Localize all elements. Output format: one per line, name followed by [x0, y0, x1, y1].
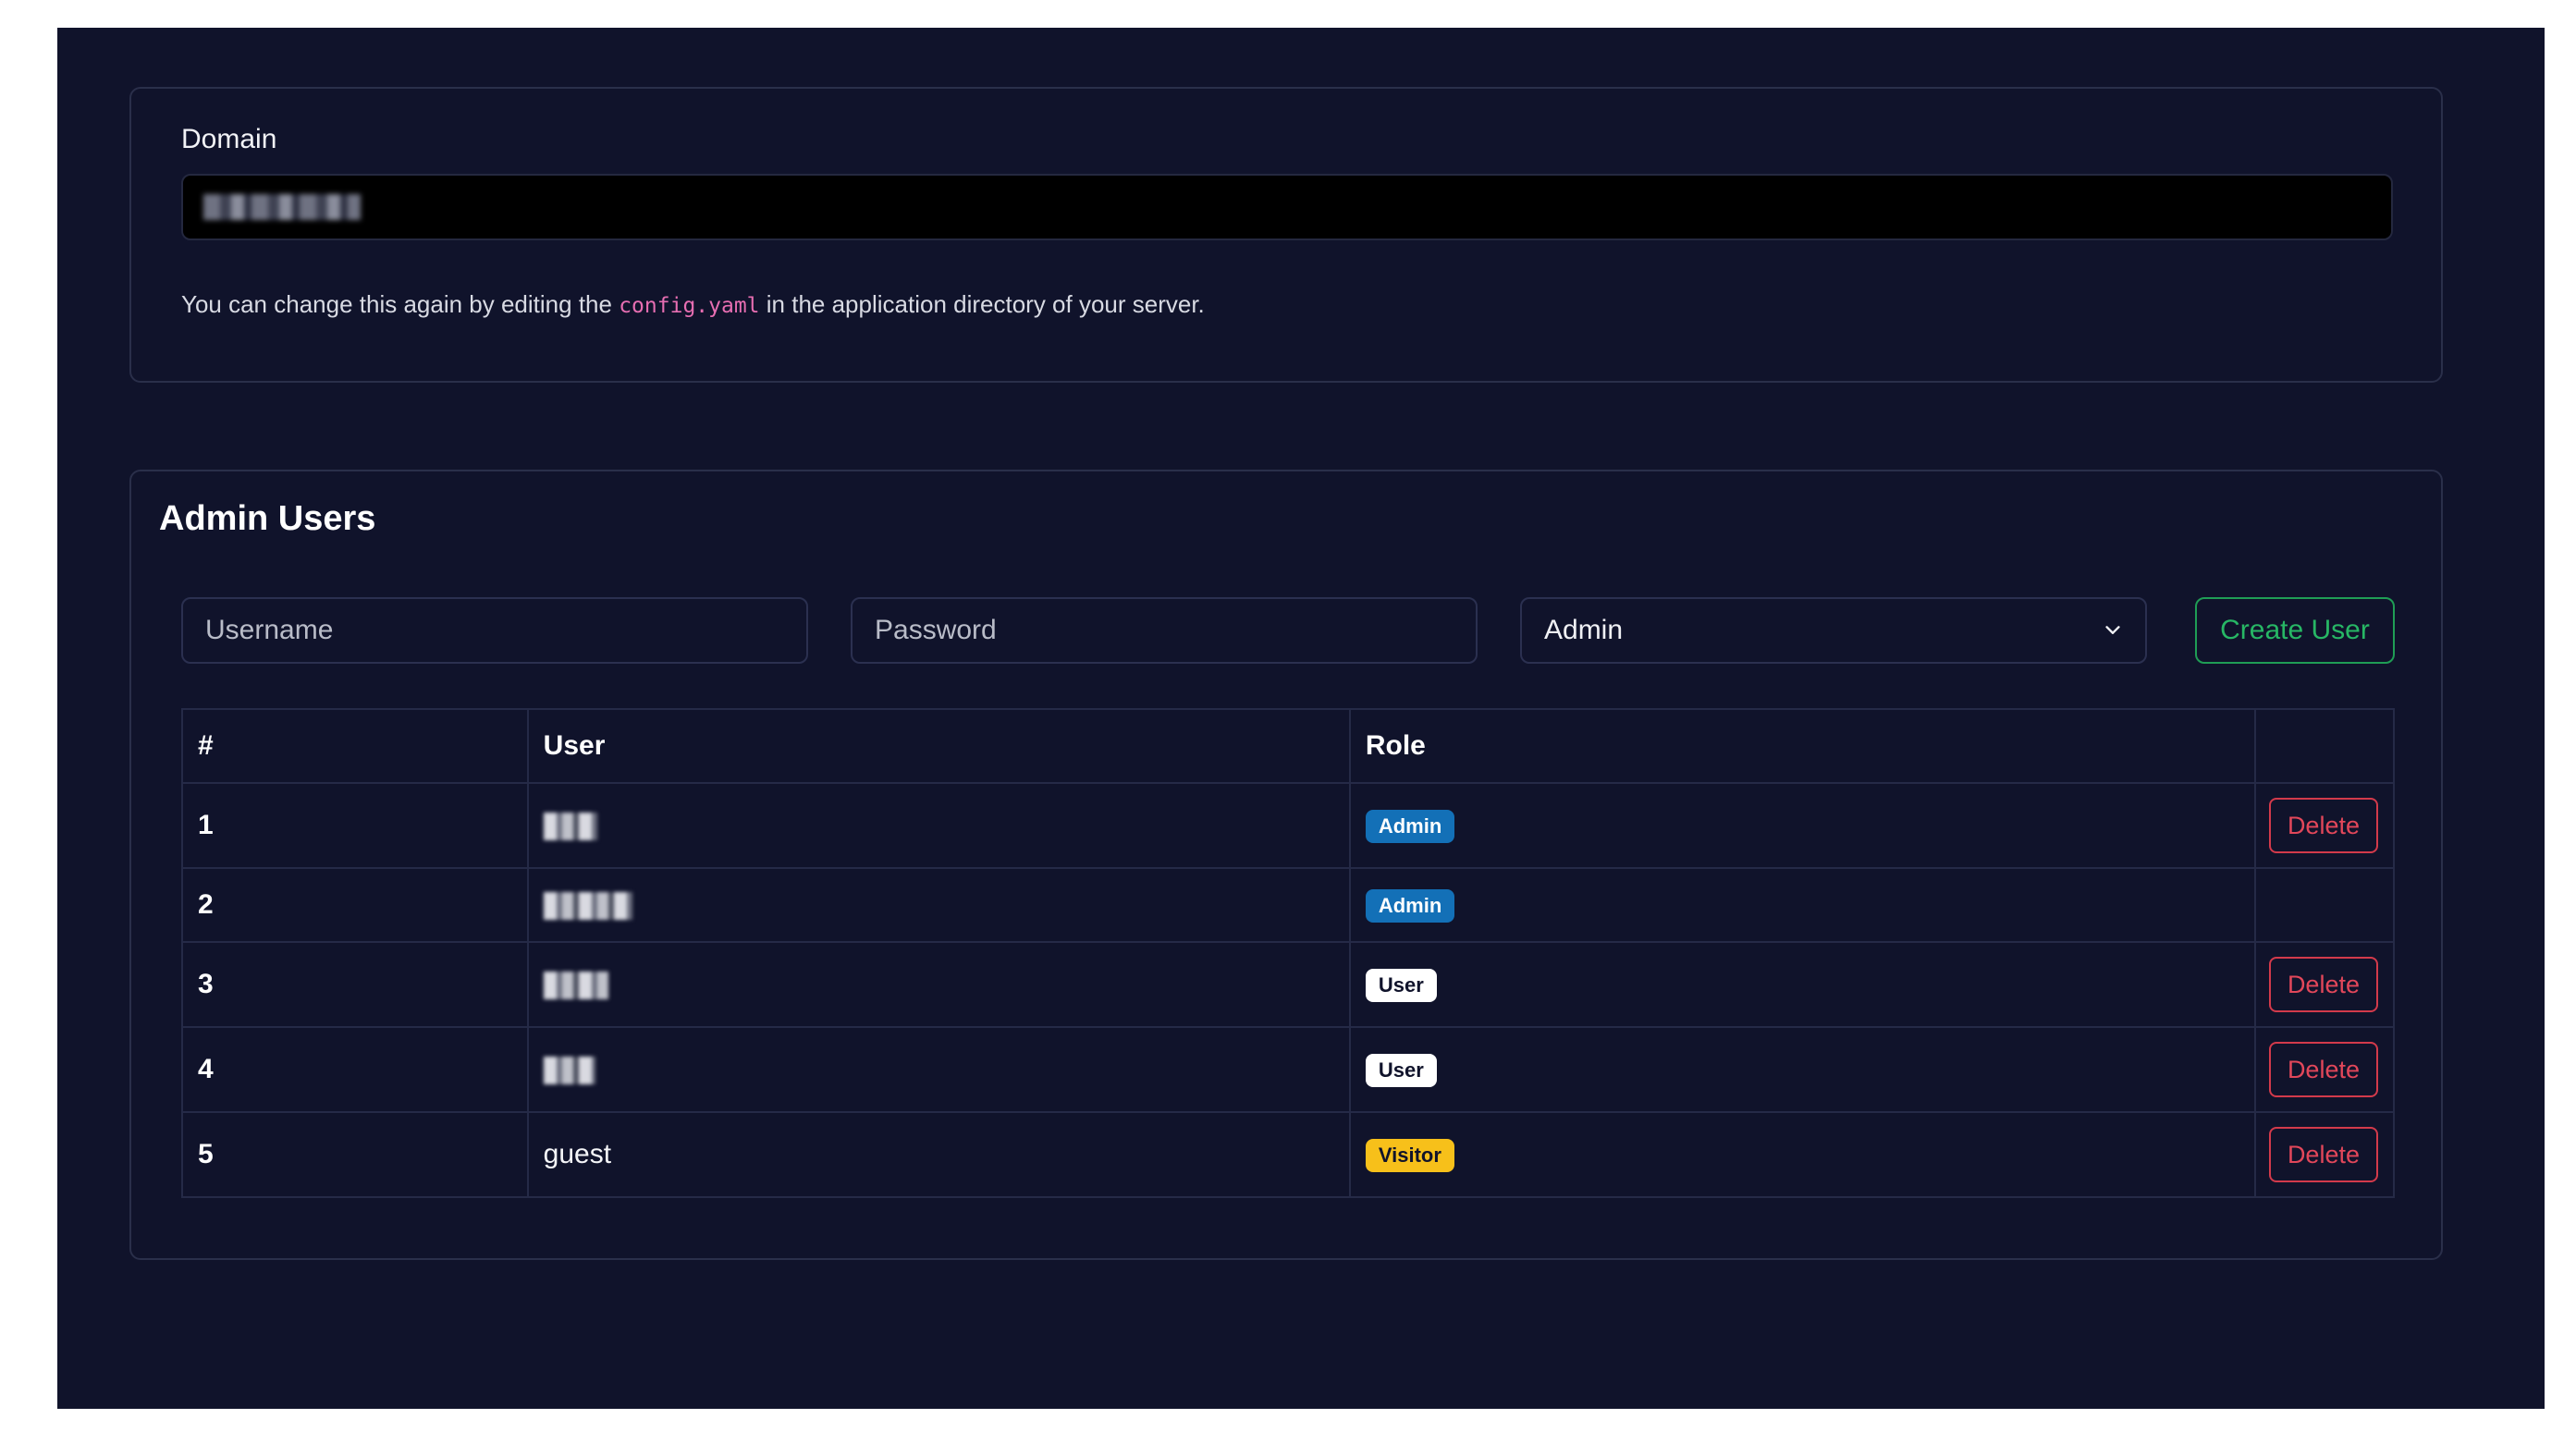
table-row: 2 Admin: [181, 867, 2396, 943]
role-cell: User: [1348, 941, 2256, 1028]
help-prefix: You can change this again by editing the: [181, 290, 612, 318]
chevron-down-icon: [2105, 626, 2120, 634]
domain-value-redacted: [203, 194, 361, 220]
user-cell-redacted: [526, 941, 1351, 1028]
config-file-code: config.yaml: [619, 294, 760, 318]
domain-card: Domain You can change this again by edit…: [129, 87, 2443, 383]
delete-button[interactable]: Delete: [2268, 1127, 2378, 1182]
role-cell: Visitor: [1348, 1111, 2256, 1198]
row-number: 3: [181, 941, 529, 1028]
action-cell: [2253, 867, 2396, 943]
create-user-button[interactable]: Create User: [2195, 597, 2395, 664]
action-cell: Delete: [2253, 941, 2396, 1028]
role-badge: User: [1365, 968, 1437, 1002]
password-input[interactable]: [851, 597, 1478, 664]
action-cell: Delete: [2253, 1026, 2396, 1113]
table-row: 3 User Delete: [181, 941, 2396, 1028]
role-select[interactable]: Admin: [1520, 597, 2147, 664]
table-row: 4 User Delete: [181, 1026, 2396, 1113]
role-badge: User: [1365, 1053, 1437, 1087]
domain-help-text: You can change this again by editing the…: [181, 290, 1205, 319]
column-header-actions: [2253, 708, 2396, 784]
action-cell: Delete: [2253, 782, 2396, 869]
user-cell: guest: [526, 1111, 1351, 1198]
users-table: # User Role 1 Admin Delete 2 Admin 3 Use…: [181, 708, 2396, 1198]
user-cell-redacted: [526, 1026, 1351, 1113]
role-badge: Visitor: [1365, 1138, 1454, 1172]
delete-button[interactable]: Delete: [2268, 798, 2378, 853]
role-cell: Admin: [1348, 782, 2256, 869]
admin-users-title: Admin Users: [159, 499, 376, 538]
role-cell: User: [1348, 1026, 2256, 1113]
column-header-number: #: [181, 708, 529, 784]
role-select-value: Admin: [1544, 615, 1624, 645]
delete-button[interactable]: Delete: [2268, 957, 2378, 1012]
settings-page: Domain You can change this again by edit…: [57, 28, 2545, 1409]
role-badge: Admin: [1365, 888, 1455, 923]
domain-input[interactable]: [181, 174, 2393, 240]
row-number: 1: [181, 782, 529, 869]
user-cell-redacted: [526, 782, 1351, 869]
username-input[interactable]: [181, 597, 808, 664]
row-number: 5: [181, 1111, 529, 1198]
delete-button[interactable]: Delete: [2268, 1042, 2378, 1097]
table-header-row: # User Role: [181, 708, 2396, 784]
table-row: 1 Admin Delete: [181, 782, 2396, 869]
table-row: 5 guest Visitor Delete: [181, 1111, 2396, 1198]
column-header-role: Role: [1348, 708, 2256, 784]
column-header-user: User: [526, 708, 1351, 784]
action-cell: Delete: [2253, 1111, 2396, 1198]
row-number: 2: [181, 867, 529, 943]
role-cell: Admin: [1348, 867, 2256, 943]
row-number: 4: [181, 1026, 529, 1113]
help-suffix: in the application directory of your ser…: [766, 290, 1205, 318]
admin-users-card: Admin Users Admin Create User # User Rol…: [129, 470, 2443, 1260]
role-badge: Admin: [1365, 809, 1455, 843]
domain-label: Domain: [181, 124, 277, 154]
user-cell-redacted: [526, 867, 1351, 943]
